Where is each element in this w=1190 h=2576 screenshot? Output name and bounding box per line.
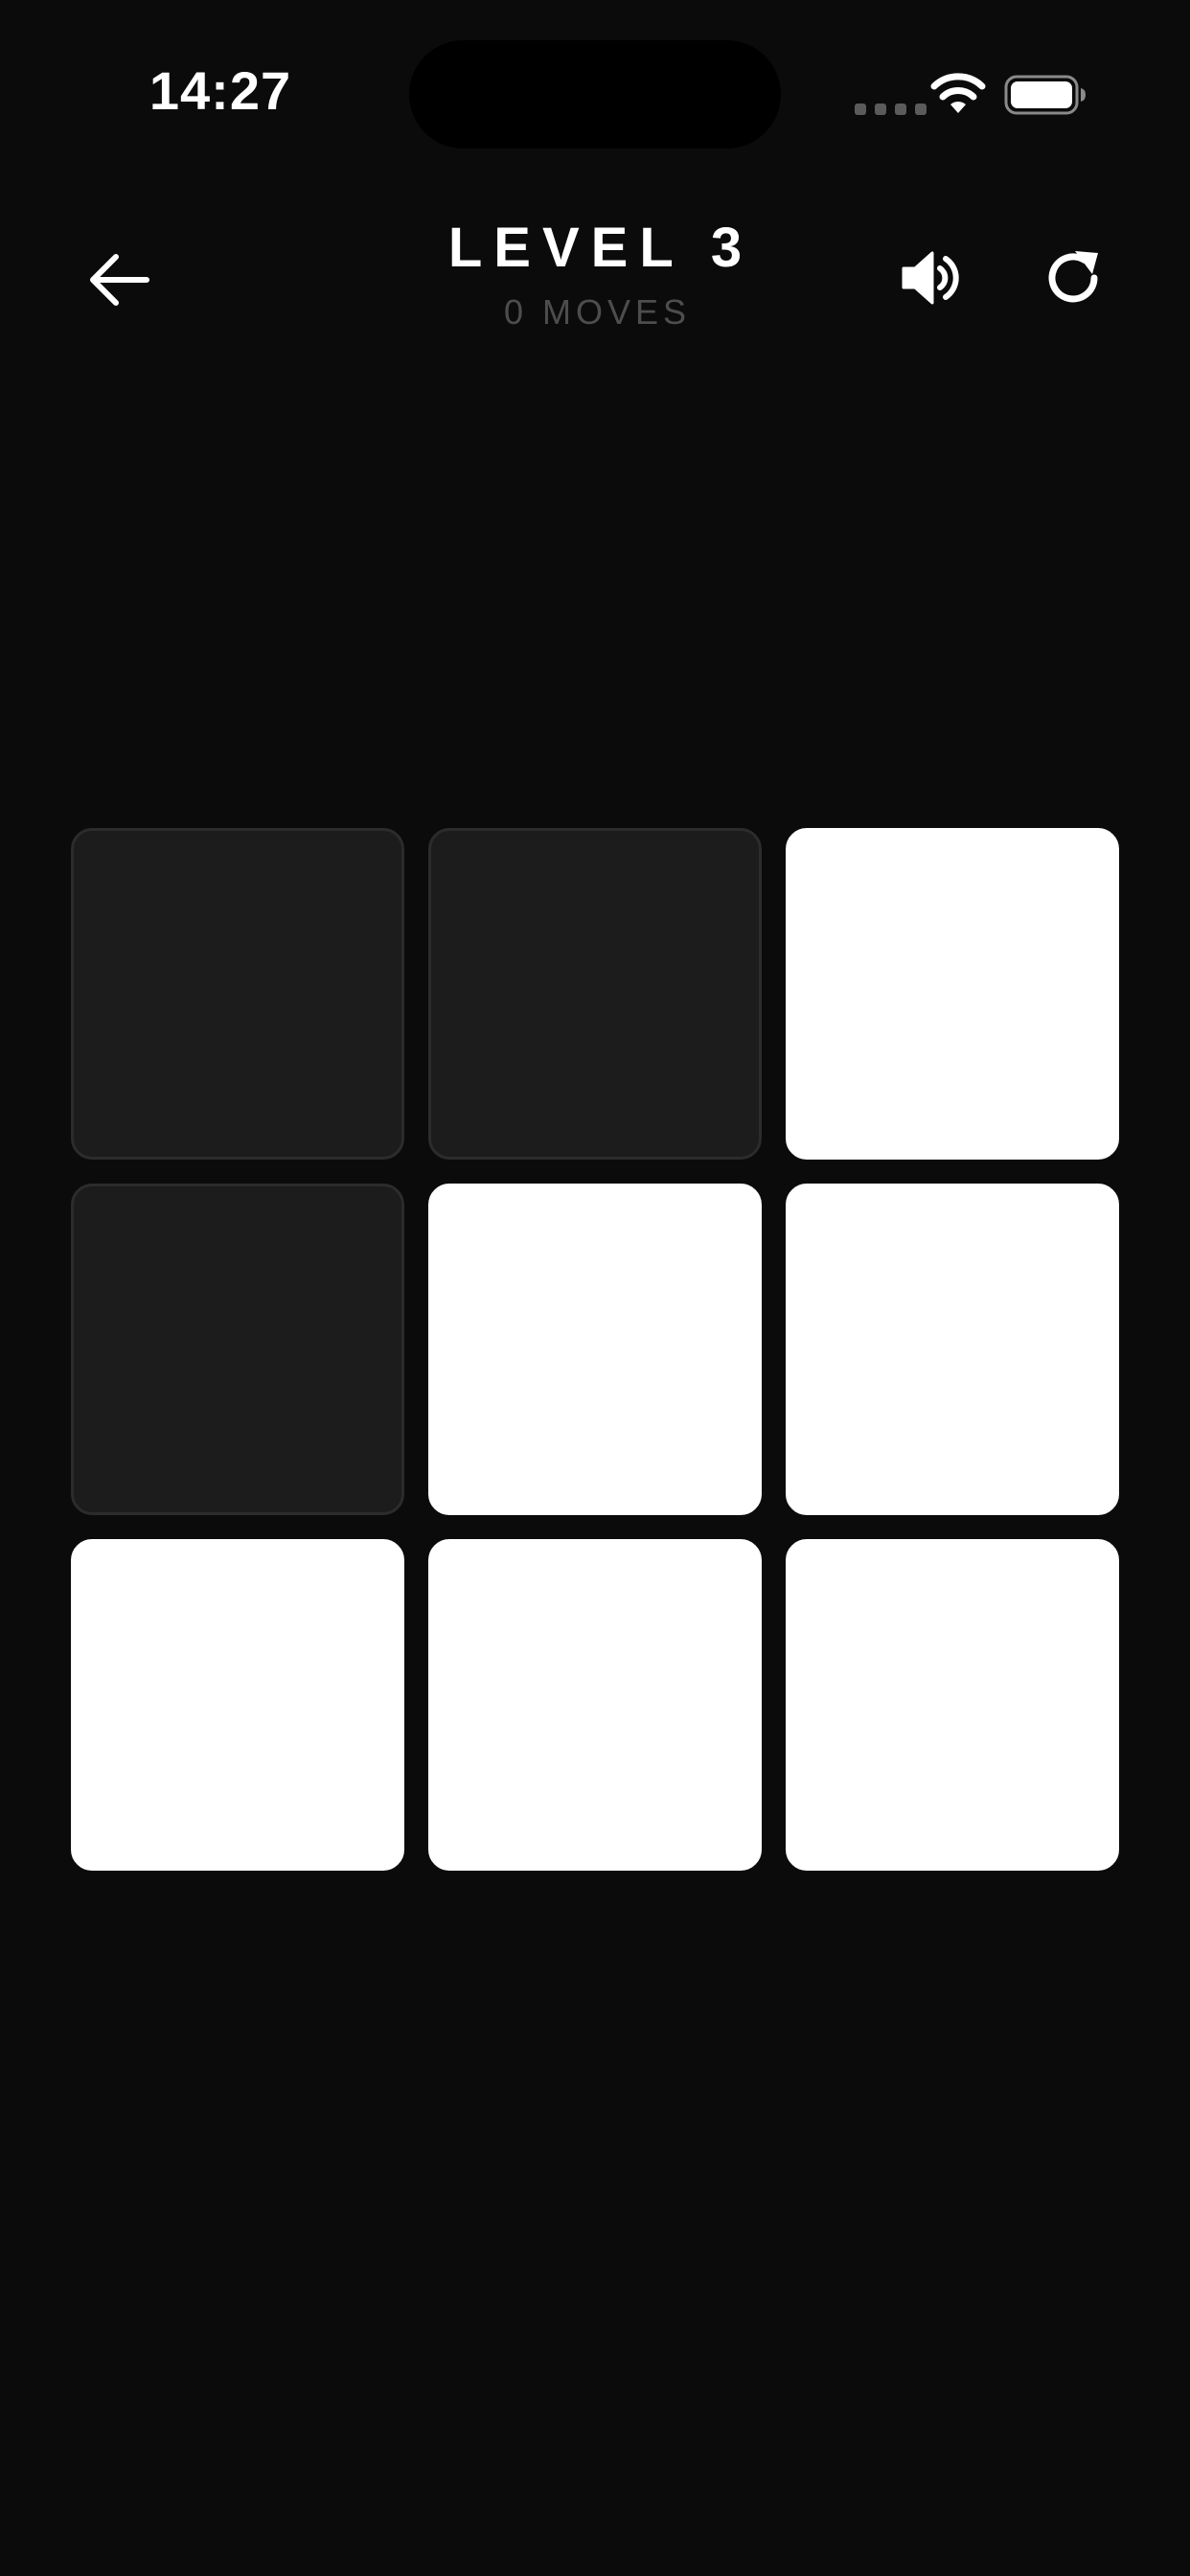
tile-r1-c2[interactable]	[428, 828, 762, 1160]
tile-r2-c3[interactable]	[786, 1184, 1119, 1515]
status-time: 14:27	[149, 60, 292, 121]
level-title: LEVEL 3	[447, 217, 754, 279]
tile-r3-c2[interactable]	[428, 1539, 762, 1871]
tile-r2-c1[interactable]	[71, 1184, 404, 1515]
title-block: LEVEL 3 0 MOVES	[308, 213, 882, 334]
cellular-dots-icon	[855, 104, 927, 115]
tile-r3-c1[interactable]	[71, 1539, 404, 1871]
tile-r3-c3[interactable]	[786, 1539, 1119, 1871]
moves-suffix: MOVES	[542, 292, 692, 332]
tile-r1-c3[interactable]	[786, 828, 1119, 1160]
sound-button[interactable]	[891, 240, 968, 316]
tile-r2-c2[interactable]	[428, 1184, 762, 1515]
dynamic-island	[409, 40, 781, 149]
back-button[interactable]	[80, 242, 157, 318]
tile-r1-c1[interactable]	[71, 828, 404, 1160]
speaker-icon	[902, 251, 959, 305]
game-board	[71, 828, 1120, 1871]
wifi-icon	[930, 73, 986, 113]
moves-count: 0	[503, 292, 528, 332]
battery-icon	[1004, 75, 1086, 115]
moves-counter: 0 MOVES	[308, 291, 882, 334]
restart-button[interactable]	[1035, 240, 1111, 316]
status-bar: 14:27	[0, 0, 1190, 192]
game-header: LEVEL 3 0 MOVES	[0, 192, 1190, 383]
arrow-left-icon	[90, 254, 149, 306]
restart-icon	[1048, 251, 1098, 303]
